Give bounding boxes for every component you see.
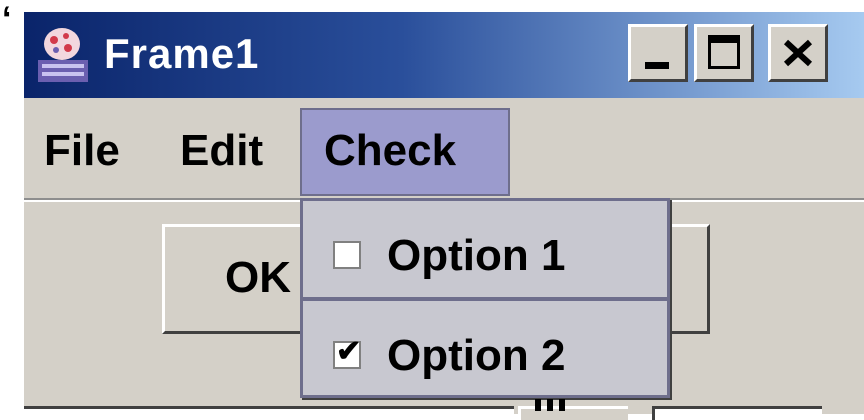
maximize-icon bbox=[708, 35, 740, 69]
option-1-label: Option 1 bbox=[387, 231, 566, 280]
minimize-icon bbox=[645, 62, 669, 69]
menu-check-label: Check bbox=[324, 126, 457, 175]
menu-edit[interactable]: Edit bbox=[180, 126, 263, 176]
app-window: Frame1 File Edit Check OK Option 1 ✔ Opt… bbox=[22, 10, 864, 420]
bottom-button-glyphs bbox=[535, 399, 595, 411]
menu-file[interactable]: File bbox=[44, 126, 120, 176]
minimize-button[interactable] bbox=[628, 24, 688, 82]
option-2-label: Option 2 bbox=[387, 331, 566, 380]
menu-bar: File Edit Check bbox=[24, 98, 864, 198]
maximize-button[interactable] bbox=[694, 24, 754, 82]
java-app-icon bbox=[34, 26, 92, 86]
option-2-checkbox[interactable]: ✔ bbox=[333, 337, 361, 369]
menu-check[interactable]: Check bbox=[300, 108, 510, 196]
title-bar[interactable]: Frame1 bbox=[24, 12, 864, 98]
check-menu-dropdown: Option 1 ✔ Option 2 bbox=[300, 198, 670, 398]
option-1-checkbox[interactable] bbox=[333, 241, 361, 269]
bottom-field-right[interactable] bbox=[652, 406, 822, 420]
close-icon bbox=[771, 27, 825, 79]
window-title: Frame1 bbox=[104, 30, 260, 77]
bottom-button[interactable] bbox=[518, 399, 628, 420]
menu-item-option-1[interactable]: Option 1 bbox=[303, 201, 667, 297]
checkmark-icon: ✔ bbox=[336, 335, 362, 368]
bottom-text-field[interactable] bbox=[24, 406, 514, 420]
ok-button-label: OK bbox=[225, 253, 291, 302]
menu-item-option-2[interactable]: ✔ Option 2 bbox=[303, 301, 667, 397]
close-button[interactable] bbox=[768, 24, 828, 82]
stray-quote-mark: ‘ bbox=[2, 0, 12, 38]
